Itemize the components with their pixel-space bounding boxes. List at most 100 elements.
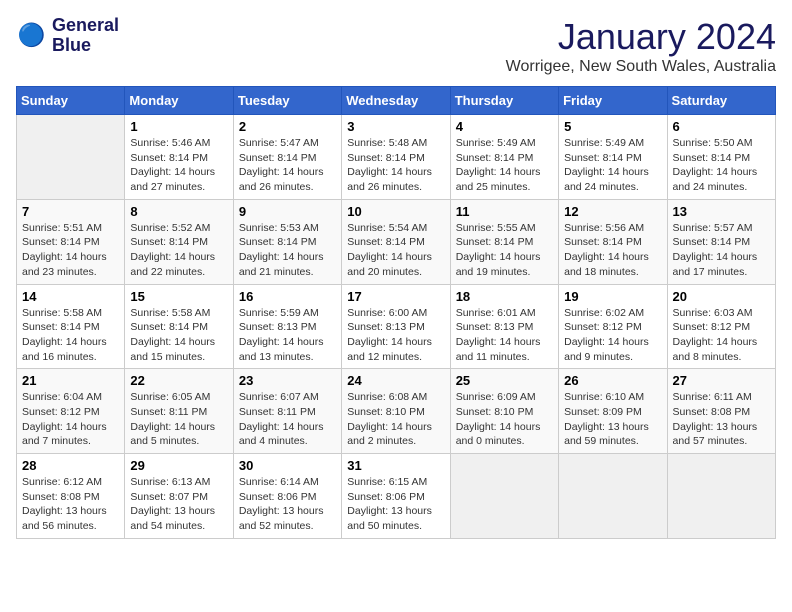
cell-info: Sunrise: 6:15 AM Sunset: 8:06 PM Dayligh… [347, 475, 444, 534]
calendar-cell: 16 Sunrise: 5:59 AM Sunset: 8:13 PM Dayl… [233, 284, 341, 369]
calendar-cell: 22 Sunrise: 6:05 AM Sunset: 8:11 PM Dayl… [125, 369, 233, 454]
calendar-header-row: SundayMondayTuesdayWednesdayThursdayFrid… [17, 87, 776, 115]
title-block: January 2024 Worrigee, New South Wales, … [506, 16, 776, 76]
cell-info: Sunrise: 6:03 AM Sunset: 8:12 PM Dayligh… [673, 306, 770, 365]
calendar-cell: 24 Sunrise: 6:08 AM Sunset: 8:10 PM Dayl… [342, 369, 450, 454]
cell-info: Sunrise: 6:04 AM Sunset: 8:12 PM Dayligh… [22, 390, 119, 449]
calendar-cell: 8 Sunrise: 5:52 AM Sunset: 8:14 PM Dayli… [125, 199, 233, 284]
week-row-3: 21 Sunrise: 6:04 AM Sunset: 8:12 PM Dayl… [17, 369, 776, 454]
day-number: 22 [130, 373, 227, 388]
day-number: 19 [564, 289, 661, 304]
cell-info: Sunrise: 6:09 AM Sunset: 8:10 PM Dayligh… [456, 390, 553, 449]
calendar-cell: 1 Sunrise: 5:46 AM Sunset: 8:14 PM Dayli… [125, 115, 233, 200]
month-title: January 2024 [506, 16, 776, 58]
calendar-cell: 17 Sunrise: 6:00 AM Sunset: 8:13 PM Dayl… [342, 284, 450, 369]
calendar-cell: 23 Sunrise: 6:07 AM Sunset: 8:11 PM Dayl… [233, 369, 341, 454]
cell-info: Sunrise: 5:58 AM Sunset: 8:14 PM Dayligh… [130, 306, 227, 365]
cell-info: Sunrise: 5:49 AM Sunset: 8:14 PM Dayligh… [456, 136, 553, 195]
cell-info: Sunrise: 5:56 AM Sunset: 8:14 PM Dayligh… [564, 221, 661, 280]
header-tuesday: Tuesday [233, 87, 341, 115]
header-wednesday: Wednesday [342, 87, 450, 115]
logo-text: General Blue [52, 16, 119, 56]
calendar-table: SundayMondayTuesdayWednesdayThursdayFrid… [16, 86, 776, 539]
calendar-cell: 30 Sunrise: 6:14 AM Sunset: 8:06 PM Dayl… [233, 454, 341, 539]
day-number: 31 [347, 458, 444, 473]
cell-info: Sunrise: 6:12 AM Sunset: 8:08 PM Dayligh… [22, 475, 119, 534]
calendar-cell: 19 Sunrise: 6:02 AM Sunset: 8:12 PM Dayl… [559, 284, 667, 369]
calendar-cell: 4 Sunrise: 5:49 AM Sunset: 8:14 PM Dayli… [450, 115, 558, 200]
day-number: 24 [347, 373, 444, 388]
day-number: 5 [564, 119, 661, 134]
calendar-cell: 13 Sunrise: 5:57 AM Sunset: 8:14 PM Dayl… [667, 199, 775, 284]
cell-info: Sunrise: 5:55 AM Sunset: 8:14 PM Dayligh… [456, 221, 553, 280]
day-number: 21 [22, 373, 119, 388]
svg-text:🔵: 🔵 [18, 21, 46, 47]
week-row-0: 1 Sunrise: 5:46 AM Sunset: 8:14 PM Dayli… [17, 115, 776, 200]
logo-blue: Blue [52, 35, 91, 55]
week-row-4: 28 Sunrise: 6:12 AM Sunset: 8:08 PM Dayl… [17, 454, 776, 539]
calendar-cell: 28 Sunrise: 6:12 AM Sunset: 8:08 PM Dayl… [17, 454, 125, 539]
day-number: 1 [130, 119, 227, 134]
cell-info: Sunrise: 5:58 AM Sunset: 8:14 PM Dayligh… [22, 306, 119, 365]
day-number: 14 [22, 289, 119, 304]
day-number: 9 [239, 204, 336, 219]
day-number: 12 [564, 204, 661, 219]
week-row-1: 7 Sunrise: 5:51 AM Sunset: 8:14 PM Dayli… [17, 199, 776, 284]
cell-info: Sunrise: 5:52 AM Sunset: 8:14 PM Dayligh… [130, 221, 227, 280]
day-number: 16 [239, 289, 336, 304]
cell-info: Sunrise: 6:08 AM Sunset: 8:10 PM Dayligh… [347, 390, 444, 449]
cell-info: Sunrise: 5:46 AM Sunset: 8:14 PM Dayligh… [130, 136, 227, 195]
cell-info: Sunrise: 5:59 AM Sunset: 8:13 PM Dayligh… [239, 306, 336, 365]
header-friday: Friday [559, 87, 667, 115]
calendar-cell: 26 Sunrise: 6:10 AM Sunset: 8:09 PM Dayl… [559, 369, 667, 454]
location-text: Worrigee, New South Wales, Australia [506, 58, 776, 76]
calendar-cell: 2 Sunrise: 5:47 AM Sunset: 8:14 PM Dayli… [233, 115, 341, 200]
calendar-cell: 25 Sunrise: 6:09 AM Sunset: 8:10 PM Dayl… [450, 369, 558, 454]
week-row-2: 14 Sunrise: 5:58 AM Sunset: 8:14 PM Dayl… [17, 284, 776, 369]
header-thursday: Thursday [450, 87, 558, 115]
cell-info: Sunrise: 6:02 AM Sunset: 8:12 PM Dayligh… [564, 306, 661, 365]
calendar-cell: 5 Sunrise: 5:49 AM Sunset: 8:14 PM Dayli… [559, 115, 667, 200]
day-number: 29 [130, 458, 227, 473]
cell-info: Sunrise: 6:13 AM Sunset: 8:07 PM Dayligh… [130, 475, 227, 534]
cell-info: Sunrise: 6:07 AM Sunset: 8:11 PM Dayligh… [239, 390, 336, 449]
cell-info: Sunrise: 6:11 AM Sunset: 8:08 PM Dayligh… [673, 390, 770, 449]
cell-info: Sunrise: 6:01 AM Sunset: 8:13 PM Dayligh… [456, 306, 553, 365]
calendar-cell: 10 Sunrise: 5:54 AM Sunset: 8:14 PM Dayl… [342, 199, 450, 284]
day-number: 2 [239, 119, 336, 134]
calendar-cell: 3 Sunrise: 5:48 AM Sunset: 8:14 PM Dayli… [342, 115, 450, 200]
calendar-cell [450, 454, 558, 539]
cell-info: Sunrise: 5:57 AM Sunset: 8:14 PM Dayligh… [673, 221, 770, 280]
calendar-cell [559, 454, 667, 539]
calendar-cell: 21 Sunrise: 6:04 AM Sunset: 8:12 PM Dayl… [17, 369, 125, 454]
cell-info: Sunrise: 5:54 AM Sunset: 8:14 PM Dayligh… [347, 221, 444, 280]
day-number: 18 [456, 289, 553, 304]
cell-info: Sunrise: 6:05 AM Sunset: 8:11 PM Dayligh… [130, 390, 227, 449]
calendar-cell: 31 Sunrise: 6:15 AM Sunset: 8:06 PM Dayl… [342, 454, 450, 539]
cell-info: Sunrise: 5:49 AM Sunset: 8:14 PM Dayligh… [564, 136, 661, 195]
calendar-cell: 14 Sunrise: 5:58 AM Sunset: 8:14 PM Dayl… [17, 284, 125, 369]
day-number: 30 [239, 458, 336, 473]
day-number: 20 [673, 289, 770, 304]
calendar-cell: 27 Sunrise: 6:11 AM Sunset: 8:08 PM Dayl… [667, 369, 775, 454]
logo: 🔵 General Blue [16, 16, 119, 56]
day-number: 6 [673, 119, 770, 134]
header-monday: Monday [125, 87, 233, 115]
day-number: 23 [239, 373, 336, 388]
header-sunday: Sunday [17, 87, 125, 115]
day-number: 25 [456, 373, 553, 388]
page-header: 🔵 General Blue January 2024 Worrigee, Ne… [16, 16, 776, 76]
calendar-cell: 18 Sunrise: 6:01 AM Sunset: 8:13 PM Dayl… [450, 284, 558, 369]
day-number: 8 [130, 204, 227, 219]
cell-info: Sunrise: 6:00 AM Sunset: 8:13 PM Dayligh… [347, 306, 444, 365]
calendar-cell: 29 Sunrise: 6:13 AM Sunset: 8:07 PM Dayl… [125, 454, 233, 539]
calendar-cell: 11 Sunrise: 5:55 AM Sunset: 8:14 PM Dayl… [450, 199, 558, 284]
day-number: 28 [22, 458, 119, 473]
cell-info: Sunrise: 5:47 AM Sunset: 8:14 PM Dayligh… [239, 136, 336, 195]
day-number: 26 [564, 373, 661, 388]
cell-info: Sunrise: 5:50 AM Sunset: 8:14 PM Dayligh… [673, 136, 770, 195]
cell-info: Sunrise: 6:10 AM Sunset: 8:09 PM Dayligh… [564, 390, 661, 449]
day-number: 17 [347, 289, 444, 304]
header-saturday: Saturday [667, 87, 775, 115]
day-number: 10 [347, 204, 444, 219]
